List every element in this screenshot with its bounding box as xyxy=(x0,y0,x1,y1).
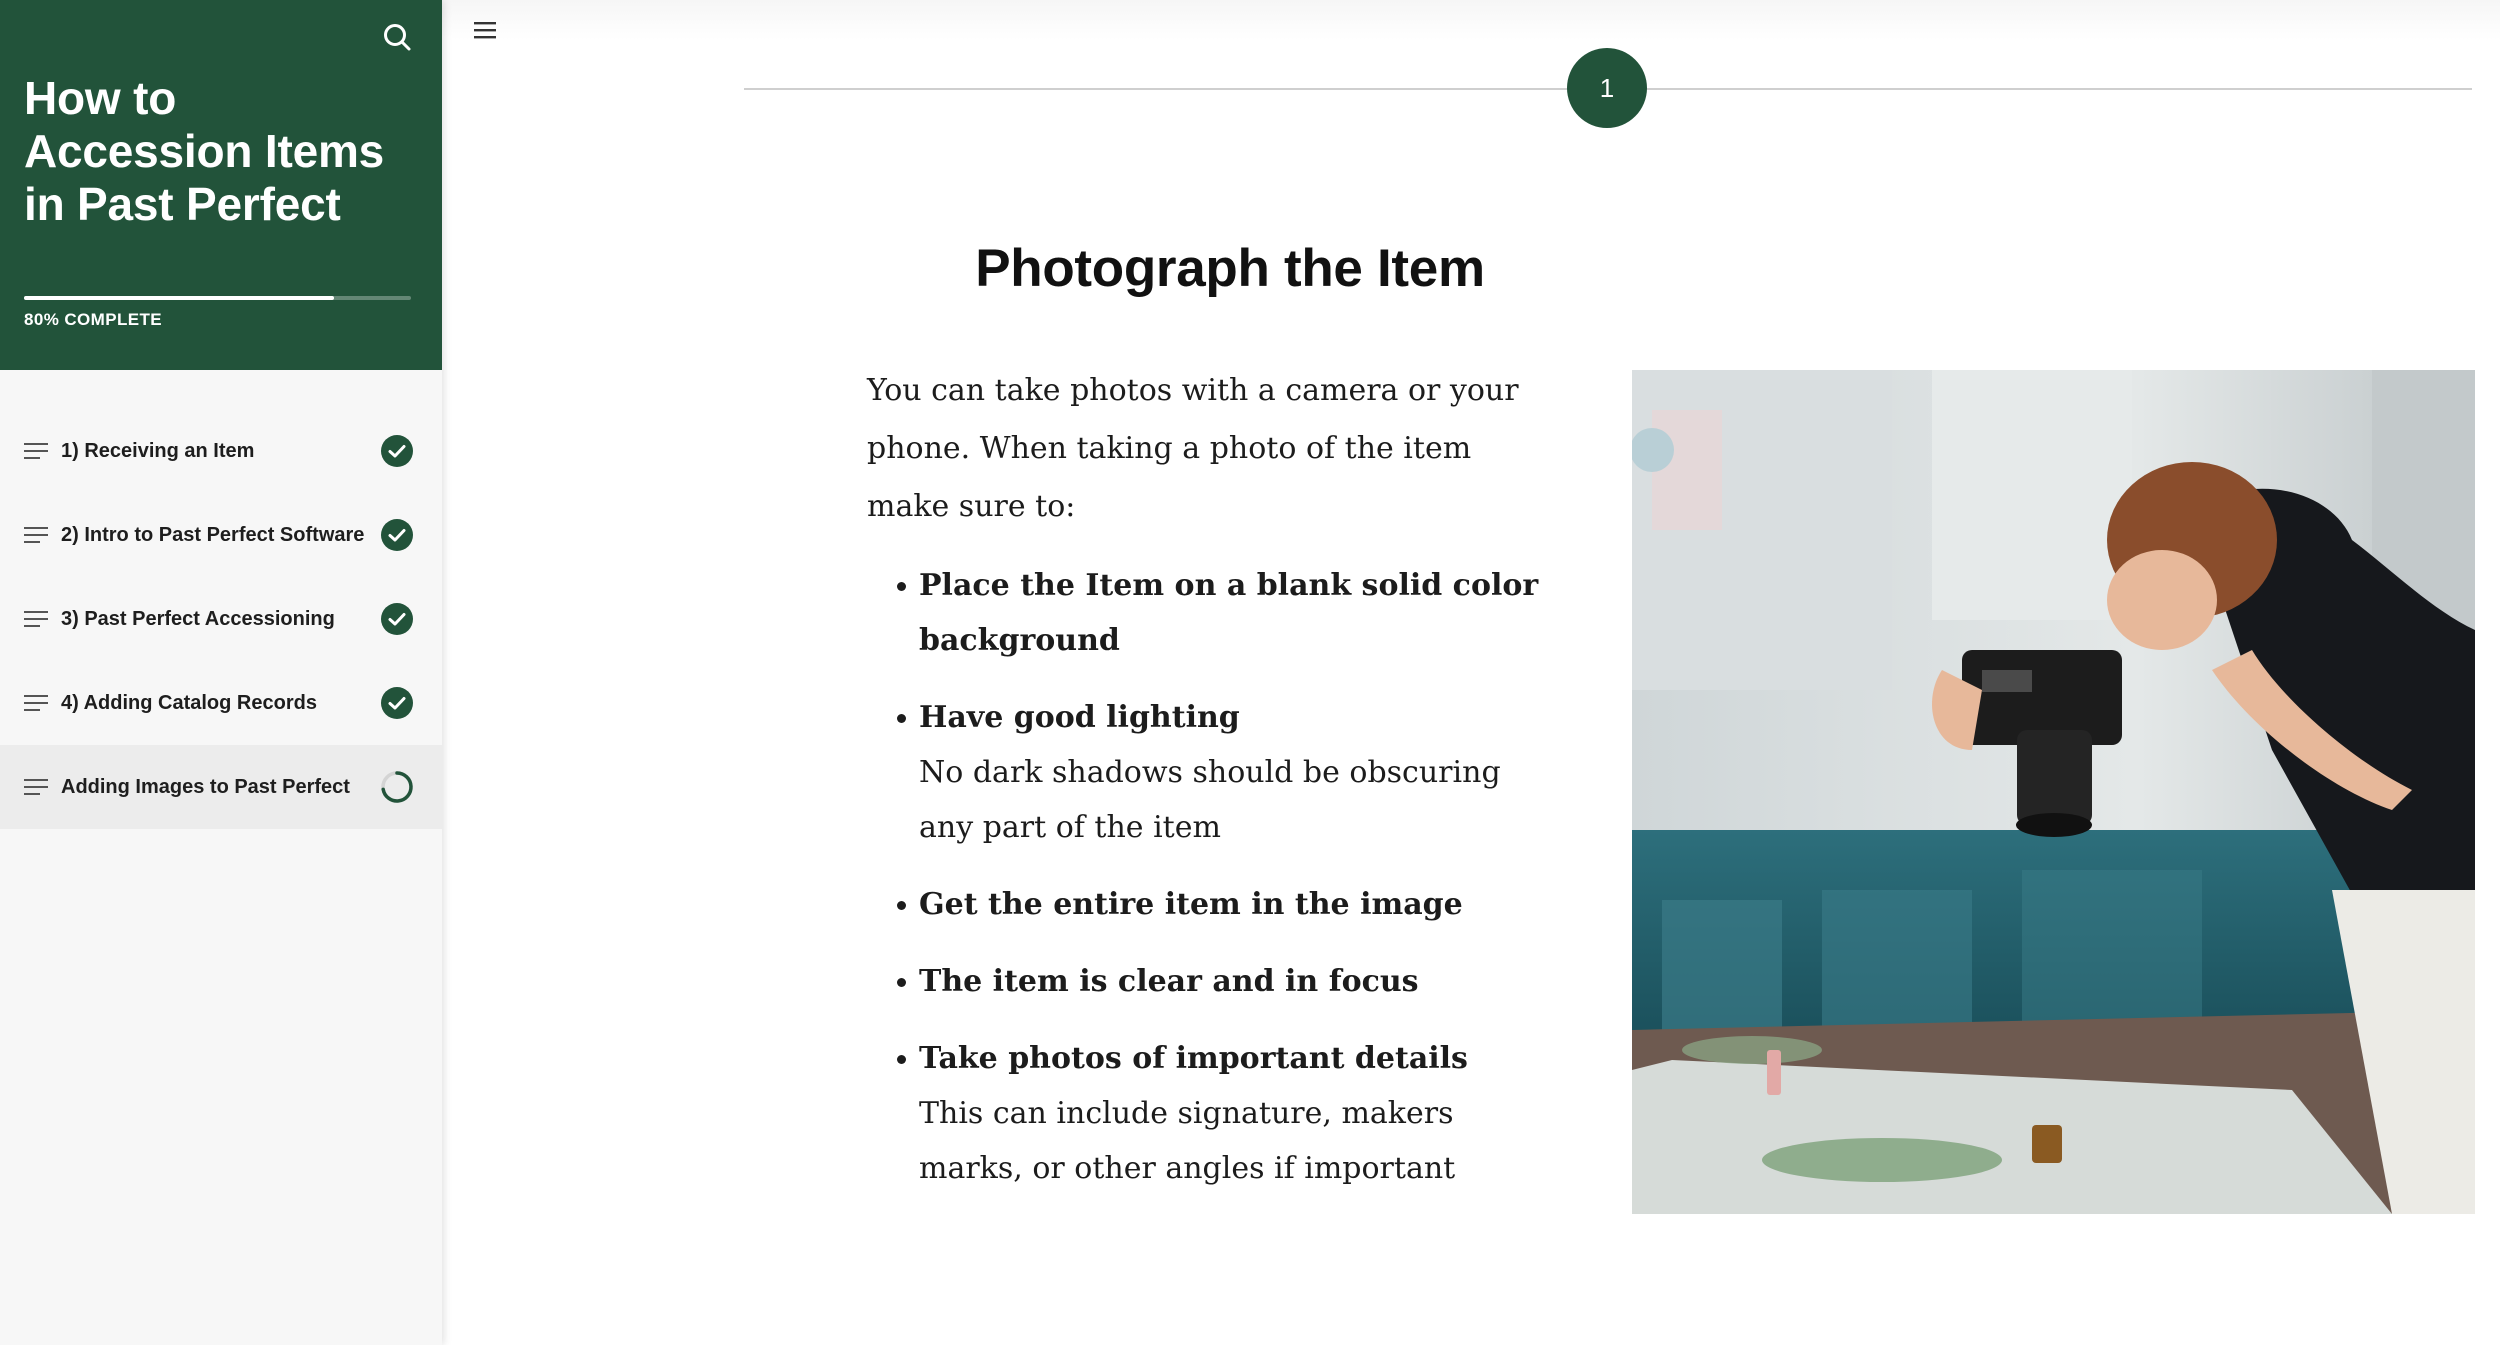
tip-list-item: The item is clear and in focus xyxy=(867,954,1557,1009)
lesson-label: Adding Images to Past Perfect xyxy=(61,775,350,798)
tip-title: Have good lighting xyxy=(919,700,1240,735)
progress-ring-icon xyxy=(381,771,413,803)
menu-toggle-button[interactable] xyxy=(470,16,500,44)
list-lines-icon xyxy=(24,527,48,543)
lesson-label: 4) Adding Catalog Records xyxy=(61,691,317,714)
sidebar-header: How to Accession Items in Past Perfect 8… xyxy=(0,0,442,370)
search-icon xyxy=(384,24,411,51)
lesson-label: 3) Past Perfect Accessioning xyxy=(61,607,335,630)
tip-description: No dark shadows should be obscuring any … xyxy=(919,755,1501,845)
tip-list-item: Place the Item on a blank solid color ba… xyxy=(867,558,1557,668)
check-circle-icon xyxy=(381,603,413,635)
tip-title: Get the entire item in the image xyxy=(919,887,1463,922)
progress-label: 80% COMPLETE xyxy=(24,310,162,329)
lesson-list: 1) Receiving an Item 2) Intro to Past Per… xyxy=(0,409,442,829)
tip-description: This can include signature, makers marks… xyxy=(919,1096,1456,1186)
step-number-badge: 1 xyxy=(1567,48,1647,128)
check-circle-icon xyxy=(381,435,413,467)
tip-title: Place the Item on a blank solid color ba… xyxy=(919,568,1539,658)
course-sidebar: How to Accession Items in Past Perfect 8… xyxy=(0,0,442,1345)
check-circle-icon xyxy=(381,687,413,719)
sidebar-lesson-item[interactable]: 1) Receiving an Item xyxy=(0,409,442,493)
sidebar-lesson-item[interactable]: 3) Past Perfect Accessioning xyxy=(0,577,442,661)
list-lines-icon xyxy=(24,611,48,627)
sidebar-lesson-item[interactable]: 2) Intro to Past Perfect Software xyxy=(0,493,442,577)
lesson-label: 1) Receiving an Item xyxy=(61,439,255,462)
search-button[interactable] xyxy=(378,18,416,56)
tip-list-item: Get the entire item in the image xyxy=(867,877,1557,932)
list-lines-icon xyxy=(24,695,48,711)
hamburger-menu-icon xyxy=(474,22,496,39)
lesson-body: You can take photos with a camera or you… xyxy=(867,362,1557,1218)
tips-list: Place the Item on a blank solid color ba… xyxy=(867,558,1557,1196)
intro-paragraph: You can take photos with a camera or you… xyxy=(867,373,1519,524)
tip-list-item: Take photos of important details This can… xyxy=(867,1031,1557,1196)
top-bar xyxy=(442,0,2500,40)
course-progress-fill xyxy=(24,296,334,300)
tip-title: Take photos of important details xyxy=(919,1041,1468,1076)
list-lines-icon xyxy=(24,443,48,459)
course-title: How to Accession Items in Past Perfect xyxy=(24,72,385,230)
course-progress-bar xyxy=(24,296,411,300)
lesson-label: 2) Intro to Past Perfect Software xyxy=(61,523,365,546)
sidebar-lesson-item[interactable]: Adding Images to Past Perfect xyxy=(0,745,442,829)
sidebar-lesson-item[interactable]: 4) Adding Catalog Records xyxy=(0,661,442,745)
lesson-title: Photograph the Item xyxy=(975,239,1485,298)
tip-list-item: Have good lighting No dark shadows should… xyxy=(867,690,1557,855)
list-lines-icon xyxy=(24,779,48,795)
tip-title: The item is clear and in focus xyxy=(919,964,1419,999)
check-circle-icon xyxy=(381,519,413,551)
photographer-image xyxy=(1632,370,2475,1214)
